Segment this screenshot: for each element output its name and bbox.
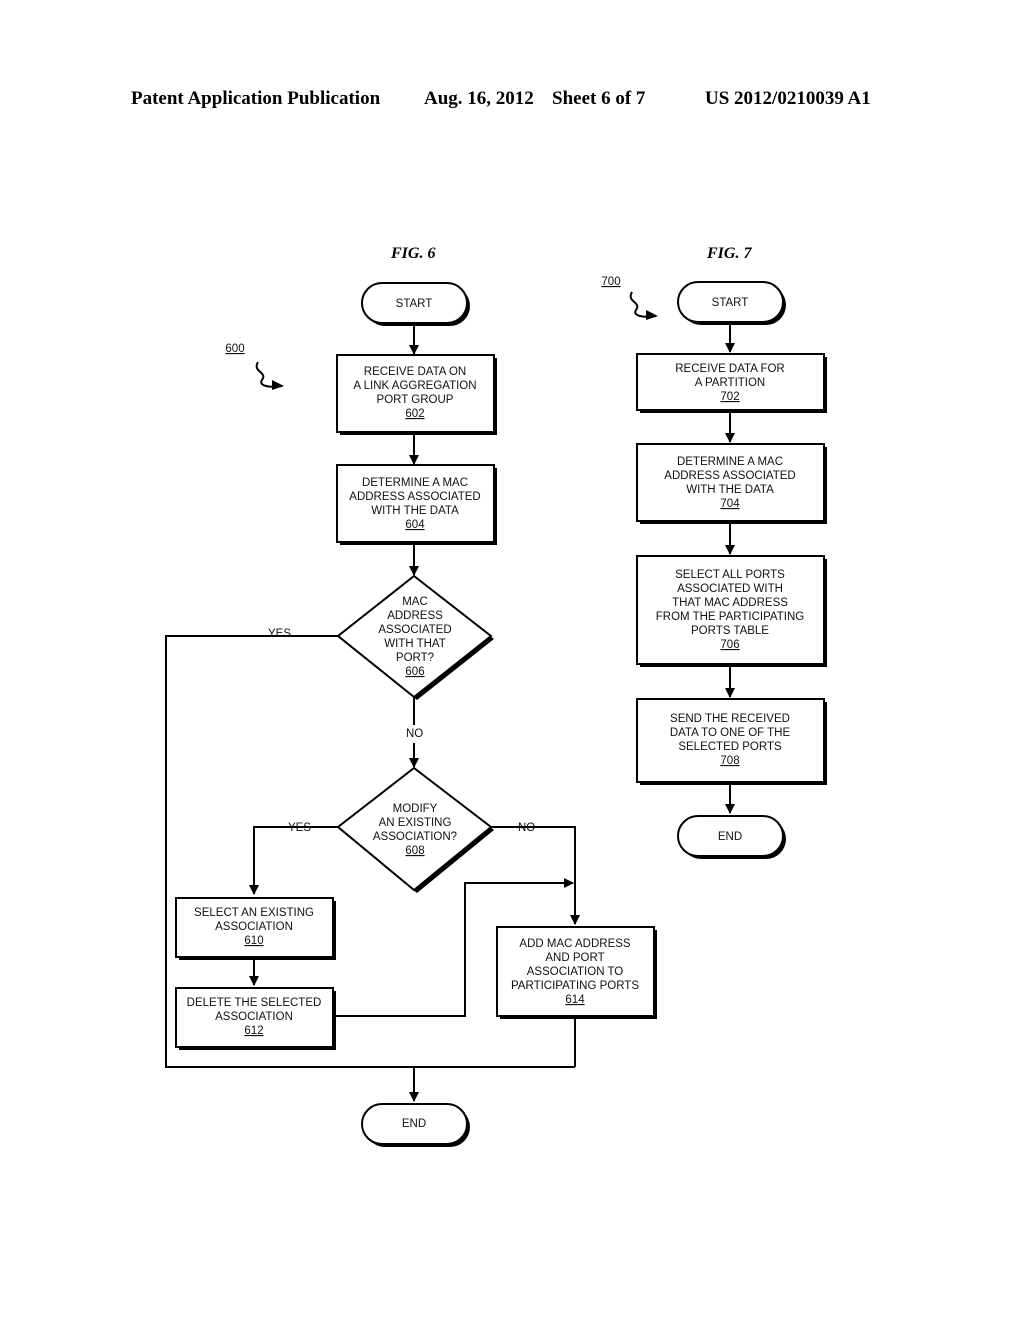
- step-ref: 704: [720, 498, 740, 510]
- step-text: ASSOCIATION?: [373, 831, 457, 843]
- step-text: AND PORT: [545, 952, 604, 964]
- step-ref: 708: [720, 755, 739, 767]
- step-text: A PARTITION: [695, 377, 766, 389]
- step-text: DELETE THE SELECTED: [187, 997, 322, 1009]
- step-text: ADDRESS ASSOCIATED: [349, 491, 480, 503]
- fig6-ref-number: 600: [225, 343, 244, 355]
- step-ref: 614: [565, 994, 585, 1006]
- step-text: ADD MAC ADDRESS: [519, 938, 631, 950]
- end-label: END: [402, 1118, 426, 1130]
- step-ref: 608: [405, 845, 424, 857]
- curved-arrow-icon: [629, 291, 657, 318]
- step-text: A LINK AGGREGATION: [353, 380, 476, 392]
- no-label: NO: [406, 728, 423, 740]
- no-label: NO: [518, 822, 535, 834]
- step-ref: 612: [244, 1025, 263, 1037]
- fig7-step-706: SELECT ALL PORTS ASSOCIATED WITH THAT MA…: [636, 555, 827, 667]
- arrowhead-icon: [646, 310, 658, 320]
- end-label: END: [718, 831, 742, 843]
- fig6-decision-608: MODIFY AN EXISTING ASSOCIATION? 608: [336, 766, 494, 893]
- step-text: PORT GROUP: [377, 394, 454, 406]
- no-connector: [491, 826, 580, 925]
- step-text: WITH THE DATA: [686, 484, 774, 496]
- step-ref: 706: [720, 639, 739, 651]
- fig7-end-terminal: END: [677, 815, 786, 859]
- step-text: DATA TO ONE OF THE: [670, 727, 791, 739]
- fig7-step-702: RECEIVE DATA FOR A PARTITION 702: [636, 353, 827, 413]
- fig7-ref-indicator: 700: [601, 276, 658, 320]
- fig7-ref-number: 700: [601, 276, 620, 288]
- step-text: SELECTED PORTS: [678, 741, 782, 753]
- step-text: ASSOCIATED: [378, 624, 451, 636]
- fig6-step-612: DELETE THE SELECTED ASSOCIATION 612: [175, 987, 336, 1050]
- fig6-step-614: ADD MAC ADDRESS AND PORT ASSOCIATION TO …: [496, 926, 657, 1019]
- step-text: FROM THE PARTICIPATING: [656, 611, 804, 623]
- step-ref: 610: [244, 935, 263, 947]
- step-text: SEND THE RECEIVED: [670, 713, 790, 725]
- step-text: PORT?: [396, 652, 434, 664]
- step-text: DETERMINE A MAC: [677, 456, 783, 468]
- arrowhead-icon: [272, 380, 284, 390]
- step-text: ASSOCIATION: [215, 921, 293, 933]
- fig7-step-708: SEND THE RECEIVED DATA TO ONE OF THE SEL…: [636, 698, 827, 785]
- step-text: ASSOCIATION TO: [527, 966, 624, 978]
- start-label: START: [712, 297, 749, 309]
- step-ref: 602: [405, 408, 424, 420]
- step-text: ASSOCIATED WITH: [677, 583, 783, 595]
- yes-connector: [249, 826, 338, 895]
- step-ref: 606: [405, 666, 424, 678]
- step-text: MODIFY: [393, 803, 438, 815]
- fig6-start-terminal: START: [361, 282, 470, 326]
- step-text: PORTS TABLE: [691, 625, 769, 637]
- step-text: DETERMINE A MAC: [362, 477, 468, 489]
- step-text: RECEIVE DATA ON: [364, 366, 466, 378]
- yes-label: YES: [268, 628, 291, 640]
- step-text: THAT MAC ADDRESS: [672, 597, 788, 609]
- step-text: ADDRESS ASSOCIATED: [664, 470, 795, 482]
- step-text: PARTICIPATING PORTS: [511, 980, 639, 992]
- fig6-step-602: RECEIVE DATA ON A LINK AGGREGATION PORT …: [336, 354, 497, 435]
- step-text: WITH THE DATA: [371, 505, 459, 517]
- step-text: ASSOCIATION: [215, 1011, 293, 1023]
- step-text: ADDRESS: [387, 610, 443, 622]
- step-text: SELECT AN EXISTING: [194, 907, 314, 919]
- fig6-end-terminal: END: [361, 1103, 470, 1147]
- fig6-step-604: DETERMINE A MAC ADDRESS ASSOCIATED WITH …: [336, 464, 497, 545]
- step-text: RECEIVE DATA FOR: [675, 363, 784, 375]
- fig7-step-704: DETERMINE A MAC ADDRESS ASSOCIATED WITH …: [636, 443, 827, 524]
- step-text: WITH THAT: [384, 638, 446, 650]
- step-ref: 702: [720, 391, 739, 403]
- step-text: SELECT ALL PORTS: [675, 569, 785, 581]
- start-label: START: [396, 298, 433, 310]
- fig6-ref-indicator: 600: [225, 343, 284, 390]
- yes-label: YES: [288, 822, 311, 834]
- flowchart-canvas: 600 START RECEIVE DATA ON A LINK AGGREGA…: [165, 276, 827, 1147]
- fig6-step-610: SELECT AN EXISTING ASSOCIATION 610: [175, 897, 336, 960]
- step-ref: 604: [405, 519, 425, 531]
- curved-arrow-icon: [255, 361, 283, 388]
- fig6-decision-606: MAC ADDRESS ASSOCIATED WITH THAT PORT? 6…: [336, 574, 494, 700]
- fig7-start-terminal: START: [677, 281, 786, 325]
- step-text: MAC: [402, 596, 428, 608]
- step-text: AN EXISTING: [379, 817, 452, 829]
